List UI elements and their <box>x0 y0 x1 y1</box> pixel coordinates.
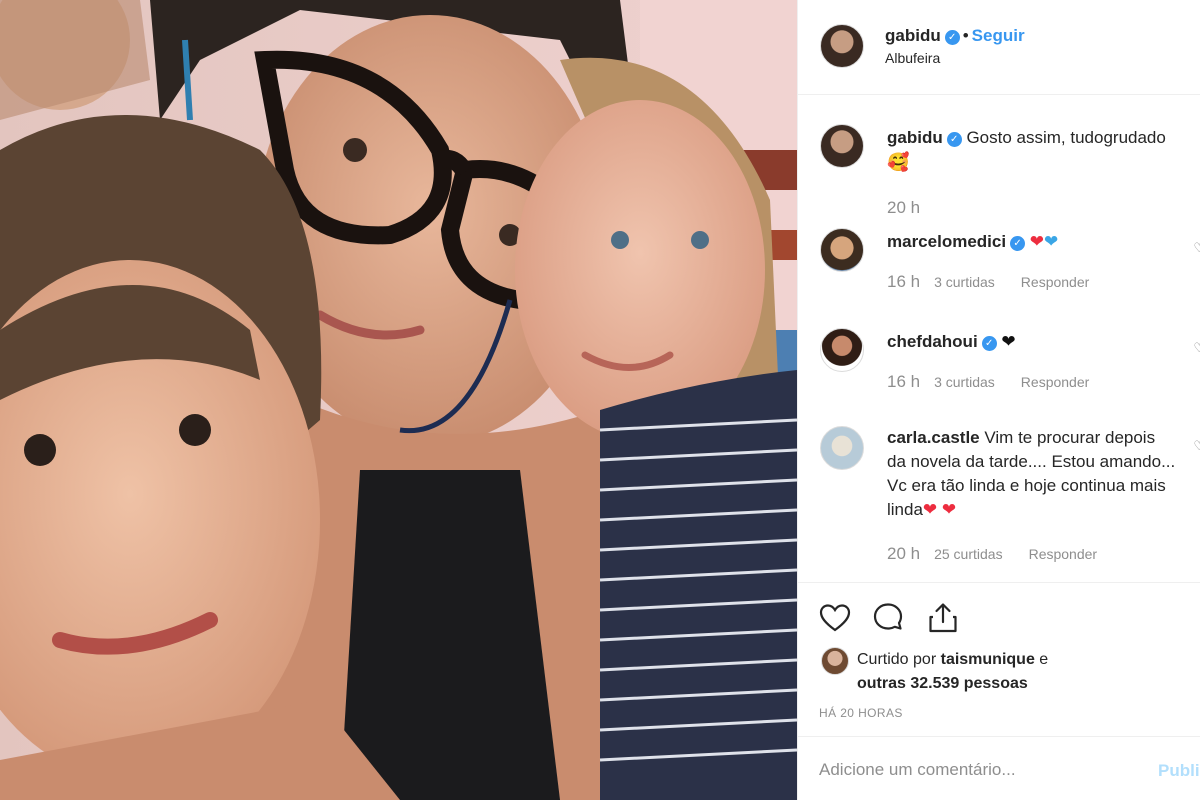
liked-by-user[interactable]: taismunique <box>941 651 1035 668</box>
add-comment-bar: Publicar <box>798 736 1200 800</box>
comment-text-block: marcelomedici ✓ ❤❤ <box>887 230 1187 254</box>
black-heart-icon: ❤ <box>1001 332 1016 351</box>
post-photo[interactable] <box>0 0 797 800</box>
liked-by-others[interactable]: outras 32.539 pessoas <box>857 675 1028 692</box>
photo-illustration <box>0 0 797 800</box>
like-heart-icon[interactable] <box>818 601 852 635</box>
comment-text-block: carla.castle Vim te procurar depois da n… <box>887 426 1177 522</box>
comment-likes[interactable]: 3 curtidas <box>934 274 995 290</box>
comment-item: marcelomedici ✓ ❤❤ ♡ 16 h 3 curtidas Respon… <box>798 228 1200 308</box>
post-actions: Curtido por taismunique e outras 32.539 … <box>798 582 1200 736</box>
comment-item: chefdahoui ✓ ❤ ♡ 16 h 3 curtidas Responder <box>798 328 1200 408</box>
post-side-panel: gabidu ✓ • Seguir Albufeira gabidu ✓ Gosto a… <box>797 0 1200 800</box>
comment-meta: 16 h 3 curtidas Responder <box>887 372 1089 392</box>
commenter-avatar[interactable] <box>820 228 864 272</box>
caption-username[interactable]: gabidu <box>887 128 943 147</box>
comment-meta: 20 h 25 curtidas Responder <box>887 544 1097 564</box>
red-heart-icon: ❤ <box>941 500 957 519</box>
red-heart-icon: ❤ <box>1029 232 1045 251</box>
caption-text: Gosto assim, tudogrudado <box>966 128 1166 147</box>
post-timestamp[interactable]: HÁ 20 HORAS <box>819 706 903 720</box>
reply-button[interactable]: Responder <box>1029 546 1098 562</box>
caption-meta: 20 h <box>887 198 934 218</box>
comment-username[interactable]: chefdahoui <box>887 332 978 351</box>
comment-like-heart-icon[interactable]: ♡ <box>1193 240 1200 256</box>
owner-avatar[interactable] <box>820 24 864 68</box>
post-header: gabidu ✓ • Seguir Albufeira <box>798 0 1200 95</box>
header-user-row: gabidu ✓ • Seguir <box>885 26 1025 46</box>
verified-badge-icon: ✓ <box>946 132 962 147</box>
comment-bubble-icon[interactable] <box>871 601 905 635</box>
reply-button[interactable]: Responder <box>1021 374 1090 390</box>
blue-heart-icon: ❤ <box>1044 232 1059 251</box>
liked-by-text: Curtido por taismunique e outras 32.539 … <box>857 648 1187 696</box>
comment-likes[interactable]: 25 curtidas <box>934 546 1002 562</box>
comment-likes[interactable]: 3 curtidas <box>934 374 995 390</box>
verified-badge-icon: ✓ <box>944 30 960 45</box>
liker-avatar[interactable] <box>821 647 849 675</box>
verified-badge-icon: ✓ <box>1010 236 1026 251</box>
publish-button[interactable]: Publicar <box>1158 761 1200 781</box>
reply-button[interactable]: Responder <box>1021 274 1090 290</box>
comment-time[interactable]: 16 h <box>887 372 920 391</box>
comment-input[interactable] <box>819 757 1139 783</box>
follow-button[interactable]: Seguir <box>972 26 1025 45</box>
caption-item: gabidu ✓ Gosto assim, tudogrudado 🥰 20 h <box>798 124 1200 224</box>
caption-time[interactable]: 20 h <box>887 198 920 217</box>
comment-username[interactable]: marcelomedici <box>887 232 1006 251</box>
comment-time[interactable]: 16 h <box>887 272 920 291</box>
liked-by-prefix: Curtido por <box>857 651 937 668</box>
comments-list[interactable]: gabidu ✓ Gosto assim, tudogrudado 🥰 20 h … <box>798 96 1200 582</box>
caption-avatar[interactable] <box>820 124 864 168</box>
verified-badge-icon: ✓ <box>981 336 997 351</box>
separator-dot: • <box>962 26 969 45</box>
commenter-avatar[interactable] <box>820 328 864 372</box>
red-heart-icon: ❤ <box>922 500 938 519</box>
header-username[interactable]: gabidu <box>885 26 941 45</box>
comment-text-block: chefdahoui ✓ ❤ <box>887 330 1187 354</box>
comment-like-heart-icon[interactable]: ♡ <box>1193 438 1200 454</box>
location-link[interactable]: Albufeira <box>885 50 940 66</box>
comment-like-heart-icon[interactable]: ♡ <box>1193 340 1200 356</box>
comment-time[interactable]: 20 h <box>887 544 920 563</box>
caption-emoji: 🥰 <box>887 152 910 172</box>
comment-username[interactable]: carla.castle <box>887 428 980 447</box>
caption-text-block: gabidu ✓ Gosto assim, tudogrudado 🥰 <box>887 126 1200 175</box>
commenter-avatar[interactable] <box>820 426 864 470</box>
liked-by-conjunction: e <box>1039 651 1049 668</box>
share-upload-icon[interactable] <box>926 601 960 635</box>
comment-meta: 16 h 3 curtidas Responder <box>887 272 1089 292</box>
comment-item: carla.castle Vim te procurar depois da n… <box>798 426 1200 576</box>
